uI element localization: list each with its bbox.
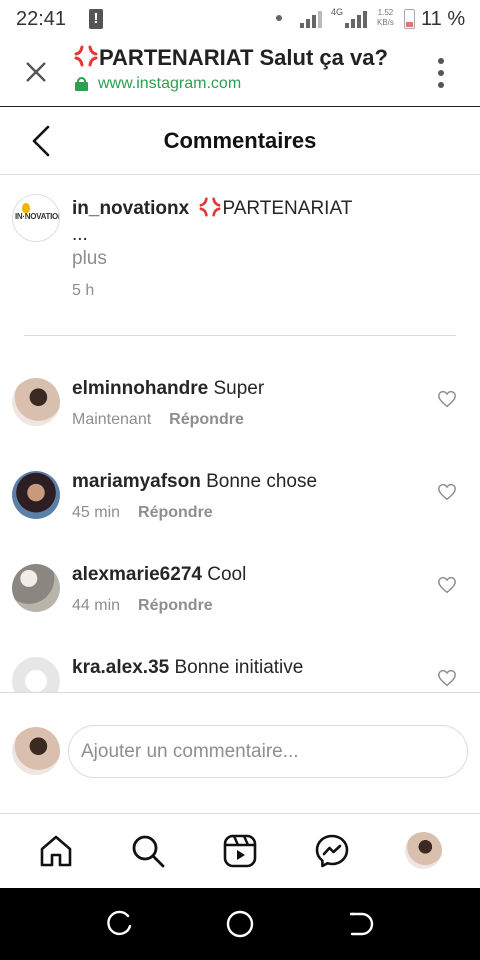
comment-time: 44 min bbox=[72, 597, 121, 614]
lock-icon bbox=[75, 77, 88, 91]
system-nav-bar bbox=[0, 888, 480, 960]
alert-icon bbox=[89, 9, 103, 29]
my-avatar bbox=[12, 727, 60, 775]
reply-button[interactable]: Répondre bbox=[169, 411, 244, 429]
avatar[interactable] bbox=[12, 657, 60, 692]
comment-meta: 45 min Répondre bbox=[72, 504, 213, 522]
comment-item: mariamyafson Bonne chose 45 min Répondre bbox=[12, 471, 468, 551]
comment-username[interactable]: elminnohandre bbox=[72, 378, 208, 399]
more-link[interactable]: plus bbox=[72, 248, 107, 270]
home-button-icon[interactable] bbox=[226, 910, 254, 938]
close-icon[interactable] bbox=[22, 58, 50, 86]
reply-button[interactable]: Répondre bbox=[138, 597, 213, 615]
signal-icon bbox=[300, 10, 322, 28]
network-speed-unit: KB/s bbox=[377, 18, 394, 27]
notification-dot-icon bbox=[276, 15, 282, 21]
comment-time: 45 min bbox=[72, 504, 121, 521]
url-bar[interactable]: www.instagram.com bbox=[75, 75, 241, 93]
comment-time: Maintenant bbox=[72, 411, 152, 428]
caption-time: 5 h bbox=[72, 282, 95, 299]
comment-username[interactable]: alexmarie6274 bbox=[72, 564, 202, 585]
comment-item: kra.alex.35 Bonne initiative bbox=[12, 657, 468, 692]
page-title: Commentaires bbox=[163, 128, 317, 153]
reply-button[interactable]: Répondre bbox=[138, 504, 213, 522]
logo-text: IN·NOVATION bbox=[15, 212, 60, 221]
search-icon[interactable] bbox=[130, 833, 166, 869]
signal-icon-secondary bbox=[345, 10, 367, 28]
heart-icon[interactable] bbox=[437, 390, 457, 408]
battery-percent: 11 % bbox=[421, 8, 466, 30]
anger-symbol-icon bbox=[200, 197, 221, 217]
network-speed: 1.52 KB/s bbox=[377, 8, 394, 28]
comment-input[interactable] bbox=[68, 725, 468, 778]
battery-icon bbox=[404, 9, 415, 29]
bottom-nav bbox=[0, 815, 480, 888]
reels-icon[interactable] bbox=[222, 833, 258, 869]
comment-username[interactable]: mariamyafson bbox=[72, 471, 201, 492]
comment-body: Bonne chose bbox=[206, 471, 318, 492]
browser-page-title: PARTENARIAT Salut ça va? bbox=[73, 45, 388, 71]
caption-ellipsis: ... bbox=[72, 224, 88, 245]
caption-text: in_novationx PARTENARIAT bbox=[72, 196, 452, 222]
caption-username[interactable]: in_novationx bbox=[72, 198, 189, 219]
network-speed-value: 1.52 bbox=[377, 8, 394, 17]
comment-body: Cool bbox=[207, 564, 247, 585]
comment-list[interactable]: elminnohandre Super Maintenant Répondre … bbox=[0, 336, 480, 692]
comments-header: Commentaires bbox=[0, 108, 480, 175]
add-comment-bar bbox=[0, 692, 480, 814]
heart-icon[interactable] bbox=[437, 576, 457, 594]
comment-meta: Maintenant Répondre bbox=[72, 411, 244, 429]
url-text: www.instagram.com bbox=[98, 75, 242, 92]
status-time: 22:41 bbox=[16, 8, 67, 30]
messenger-icon[interactable] bbox=[314, 833, 350, 869]
recent-apps-icon[interactable] bbox=[106, 910, 134, 938]
browser-page-title-text: PARTENARIAT Salut ça va? bbox=[99, 45, 388, 70]
more-options-icon[interactable] bbox=[436, 58, 446, 88]
browser-toolbar: PARTENARIAT Salut ça va? www.instagram.c… bbox=[0, 40, 480, 107]
comment-body: Bonne initiative bbox=[174, 657, 304, 678]
caption-avatar[interactable]: IN·NOVATION bbox=[12, 194, 60, 242]
comment-body: Super bbox=[213, 378, 265, 399]
avatar[interactable] bbox=[12, 564, 60, 612]
status-bar: 22:41 4G 1.52 KB/s 11 % bbox=[0, 0, 480, 40]
heart-icon[interactable] bbox=[437, 483, 457, 501]
caption-body: PARTENARIAT bbox=[222, 198, 353, 219]
comment-item: alexmarie6274 Cool 44 min Répondre bbox=[12, 564, 468, 644]
avatar[interactable] bbox=[12, 378, 60, 426]
comment-item: elminnohandre Super Maintenant Répondre bbox=[12, 378, 468, 458]
comment-text: kra.alex.35 Bonne initiative bbox=[72, 657, 303, 679]
profile-avatar[interactable] bbox=[405, 832, 442, 869]
back-button-icon[interactable] bbox=[346, 910, 374, 938]
heart-icon[interactable] bbox=[437, 669, 457, 687]
comment-username[interactable]: kra.alex.35 bbox=[72, 657, 169, 678]
comment-text: elminnohandre Super bbox=[72, 378, 264, 400]
comment-text: mariamyafson Bonne chose bbox=[72, 471, 317, 493]
comment-text: alexmarie6274 Cool bbox=[72, 564, 246, 586]
network-type: 4G bbox=[331, 7, 344, 17]
home-icon[interactable] bbox=[38, 833, 74, 869]
comment-meta: 44 min Répondre bbox=[72, 597, 213, 615]
anger-symbol-icon bbox=[74, 45, 98, 67]
avatar[interactable] bbox=[12, 471, 60, 519]
